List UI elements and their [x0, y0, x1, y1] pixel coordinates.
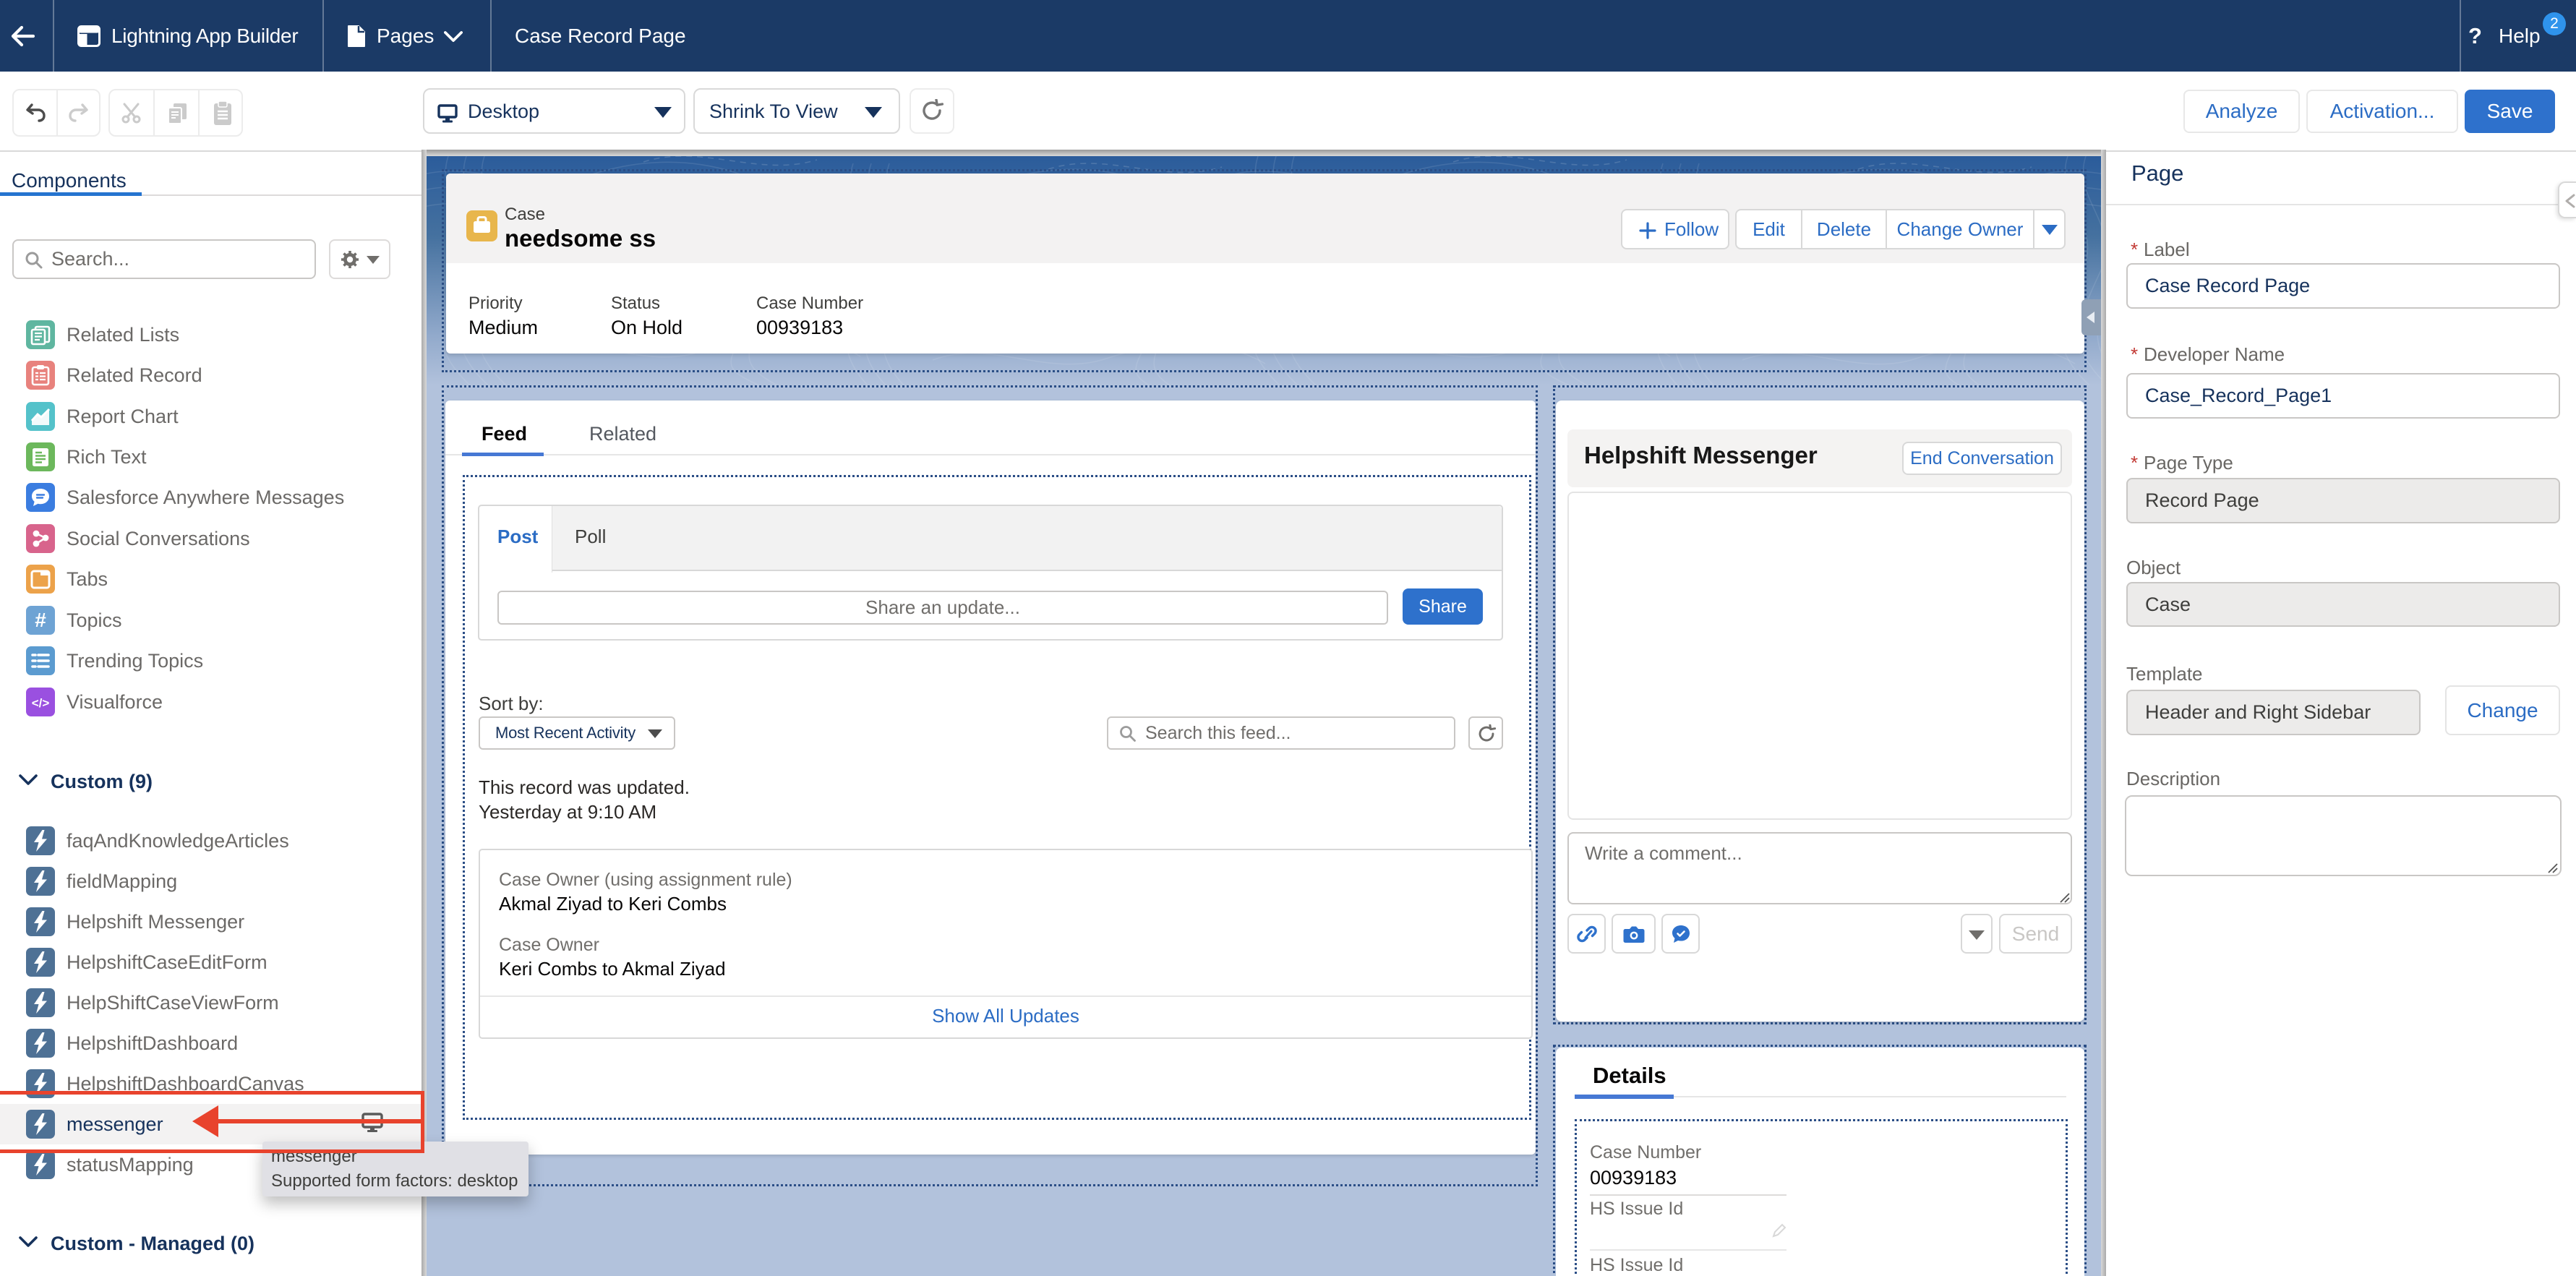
svg-text:#: # — [35, 609, 46, 631]
svg-text:</>: </> — [32, 696, 50, 710]
